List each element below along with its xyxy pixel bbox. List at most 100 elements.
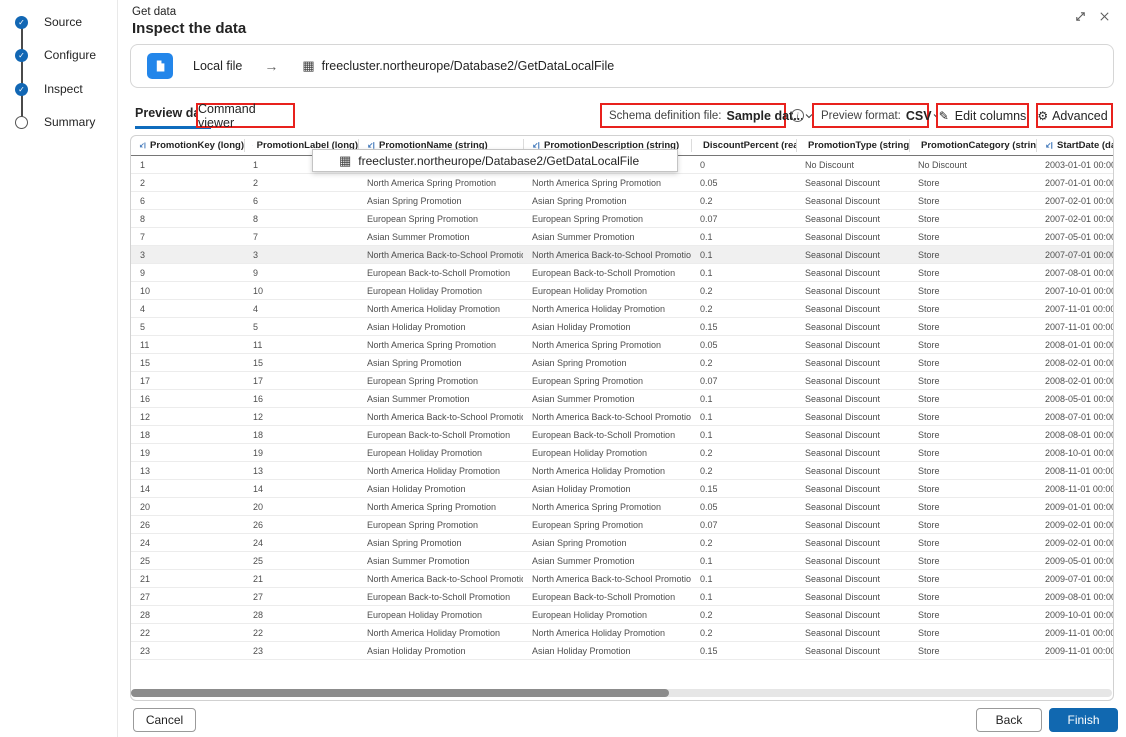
table-row[interactable]: 25 25 Asian Summer Promotion Asian Summer P… xyxy=(131,552,1113,570)
table-cell: Store xyxy=(918,339,940,350)
step-label: Source xyxy=(44,15,83,29)
table-row[interactable]: 2 2 North America Spring Promotion North Am… xyxy=(131,174,1113,192)
table-row[interactable]: 14 14 Asian Holiday Promotion Asian Holiday… xyxy=(131,480,1113,498)
table-cell: Asian Summer Promotion xyxy=(367,393,470,404)
table-row[interactable]: 19 19 European Holiday Promotion European H… xyxy=(131,444,1113,462)
column-header[interactable]: StartDate (datet xyxy=(1036,139,1113,152)
table-cell: Asian Holiday Promotion xyxy=(532,321,631,332)
table-cell: 2008-02-01 00:00:0 xyxy=(1045,375,1113,386)
table-cell: Asian Holiday Promotion xyxy=(532,483,631,494)
cancel-button[interactable]: Cancel xyxy=(133,708,196,732)
table-cell: Store xyxy=(918,411,940,422)
table-row[interactable]: 11 11 North America Spring Promotion North … xyxy=(131,336,1113,354)
table-row[interactable]: 18 18 European Back-to-Scholl Promotion Eur… xyxy=(131,426,1113,444)
expand-icon[interactable] xyxy=(1074,10,1088,24)
column-header[interactable]: DiscountPercent (real) xyxy=(691,139,796,152)
table-cell: European Holiday Promotion xyxy=(367,285,483,296)
table-cell: 19 xyxy=(253,447,264,458)
table-cell: Seasonal Discount xyxy=(805,483,881,494)
dialog-eyebrow: Get data xyxy=(132,6,177,18)
horizontal-scrollbar-thumb[interactable] xyxy=(131,689,669,697)
column-header[interactable]: PromotionType (string) xyxy=(796,139,909,152)
back-button[interactable]: Back xyxy=(976,708,1042,732)
table-cell: North America Spring Promotion xyxy=(367,501,497,512)
table-row[interactable]: 26 26 European Spring Promotion European Sp… xyxy=(131,516,1113,534)
table-row[interactable]: 3 3 North America Back-to-School Promotion… xyxy=(131,246,1113,264)
table-cell: North America Holiday Promotion xyxy=(367,303,501,314)
table-row[interactable]: 22 22 North America Holiday Promotion North… xyxy=(131,624,1113,642)
sidebar-step-inspect[interactable]: ✓ Inspect xyxy=(15,82,83,96)
table-cell: European Back-to-Scholl Promotion xyxy=(532,267,676,278)
table-cell: 0.15 xyxy=(700,645,718,656)
sidebar-step-configure[interactable]: ✓ Configure xyxy=(15,48,96,62)
table-cell: 0.05 xyxy=(700,501,718,512)
table-cell: Seasonal Discount xyxy=(805,393,881,404)
advanced-label: Advanced xyxy=(1052,108,1108,123)
table-row[interactable]: 24 24 Asian Spring Promotion Asian Spring P… xyxy=(131,534,1113,552)
table-row[interactable]: 10 10 European Holiday Promotion European H… xyxy=(131,282,1113,300)
table-cell: 2009-07-01 00:00:0 xyxy=(1045,573,1113,584)
table-cell: 2009-10-01 00:00:0 xyxy=(1045,609,1113,620)
step-label: Configure xyxy=(44,48,97,62)
table-row[interactable]: 27 27 European Back-to-Scholl Promotion Eur… xyxy=(131,588,1113,606)
table-cell: Store xyxy=(918,483,940,494)
table-cell: 20 xyxy=(253,501,264,512)
table-cell: 28 xyxy=(253,609,264,620)
table-cell: 0.1 xyxy=(700,393,713,404)
table-row[interactable]: 28 28 European Holiday Promotion European H… xyxy=(131,606,1113,624)
schema-definition-dropdown[interactable]: Schema definition file: Sample dat... xyxy=(600,103,813,128)
table-row[interactable]: 5 5 Asian Holiday Promotion Asian Holiday P… xyxy=(131,318,1113,336)
table-row[interactable]: 4 4 North America Holiday Promotion North A… xyxy=(131,300,1113,318)
table-row[interactable]: 17 17 European Spring Promotion European Sp… xyxy=(131,372,1113,390)
gear-icon: ⚙ xyxy=(1037,108,1049,123)
table-cell: 0.2 xyxy=(700,303,713,314)
table-cell: European Back-to-Scholl Promotion xyxy=(367,591,511,602)
table-cell: Store xyxy=(918,249,940,260)
table-row[interactable]: 15 15 Asian Spring Promotion Asian Spring P… xyxy=(131,354,1113,372)
horizontal-scrollbar-track[interactable] xyxy=(131,689,1112,697)
table-cell: European Back-to-Scholl Promotion xyxy=(367,267,511,278)
table-row[interactable]: 20 20 North America Spring Promotion North … xyxy=(131,498,1113,516)
table-cell: European Spring Promotion xyxy=(367,213,479,224)
close-icon[interactable] xyxy=(1098,10,1112,24)
table-cell: Store xyxy=(918,285,940,296)
table-cell: Store xyxy=(918,195,940,206)
edit-columns-button[interactable]: ✎ Edit columns xyxy=(936,103,1029,128)
table-row[interactable]: 9 9 European Back-to-Scholl Promotion Europ… xyxy=(131,264,1113,282)
table-cell: Seasonal Discount xyxy=(805,339,881,350)
table-cell: 2009-02-01 00:00:0 xyxy=(1045,519,1113,530)
table-cell: Seasonal Discount xyxy=(805,249,881,260)
table-row[interactable]: 7 7 Asian Summer Promotion Asian Summer Pro… xyxy=(131,228,1113,246)
table-cell: European Holiday Promotion xyxy=(367,609,483,620)
table-cell: Store xyxy=(918,393,940,404)
preview-format-dropdown[interactable]: Preview format: CSV xyxy=(812,103,940,128)
sidebar-step-summary[interactable]: Summary xyxy=(15,115,95,129)
table-cell: Store xyxy=(918,519,940,530)
table-cell: North America Holiday Promotion xyxy=(532,627,666,638)
table-row[interactable]: 8 8 European Spring Promotion European Spri… xyxy=(131,210,1113,228)
table-cell: European Holiday Promotion xyxy=(532,285,648,296)
table-cell: Seasonal Discount xyxy=(805,537,881,548)
advanced-button[interactable]: ⚙ Advanced xyxy=(1036,103,1113,128)
column-header[interactable]: PromotionKey (long) xyxy=(131,139,244,152)
table-cell: 0.07 xyxy=(700,213,718,224)
table-row[interactable]: 23 23 Asian Holiday Promotion Asian Holiday… xyxy=(131,642,1113,660)
table-cell: 15 xyxy=(140,357,151,368)
finish-button[interactable]: Finish xyxy=(1049,708,1118,732)
table-row[interactable]: 6 6 Asian Spring Promotion Asian Spring Pro… xyxy=(131,192,1113,210)
table-cell: 2007-08-01 00:00:0 xyxy=(1045,267,1113,278)
table-cell: North America Spring Promotion xyxy=(532,501,662,512)
info-icon[interactable]: i xyxy=(791,109,804,122)
table-row[interactable]: 12 12 North America Back-to-School Promoti… xyxy=(131,408,1113,426)
table-cell: European Holiday Promotion xyxy=(532,447,648,458)
table-cell: 12 xyxy=(253,411,264,422)
table-cell: Asian Summer Promotion xyxy=(532,393,635,404)
tab-command-viewer[interactable]: Command viewer xyxy=(196,102,295,130)
sidebar-step-source[interactable]: ✓ Source xyxy=(15,15,82,29)
table-cell: 7 xyxy=(253,231,259,242)
table-cell: Asian Spring Promotion xyxy=(532,195,627,206)
table-row[interactable]: 16 16 Asian Summer Promotion Asian Summer P… xyxy=(131,390,1113,408)
column-header[interactable]: PromotionCategory (string) xyxy=(909,139,1036,152)
table-row[interactable]: 13 13 North America Holiday Promotion North… xyxy=(131,462,1113,480)
table-row[interactable]: 21 21 North America Back-to-School Promoti… xyxy=(131,570,1113,588)
